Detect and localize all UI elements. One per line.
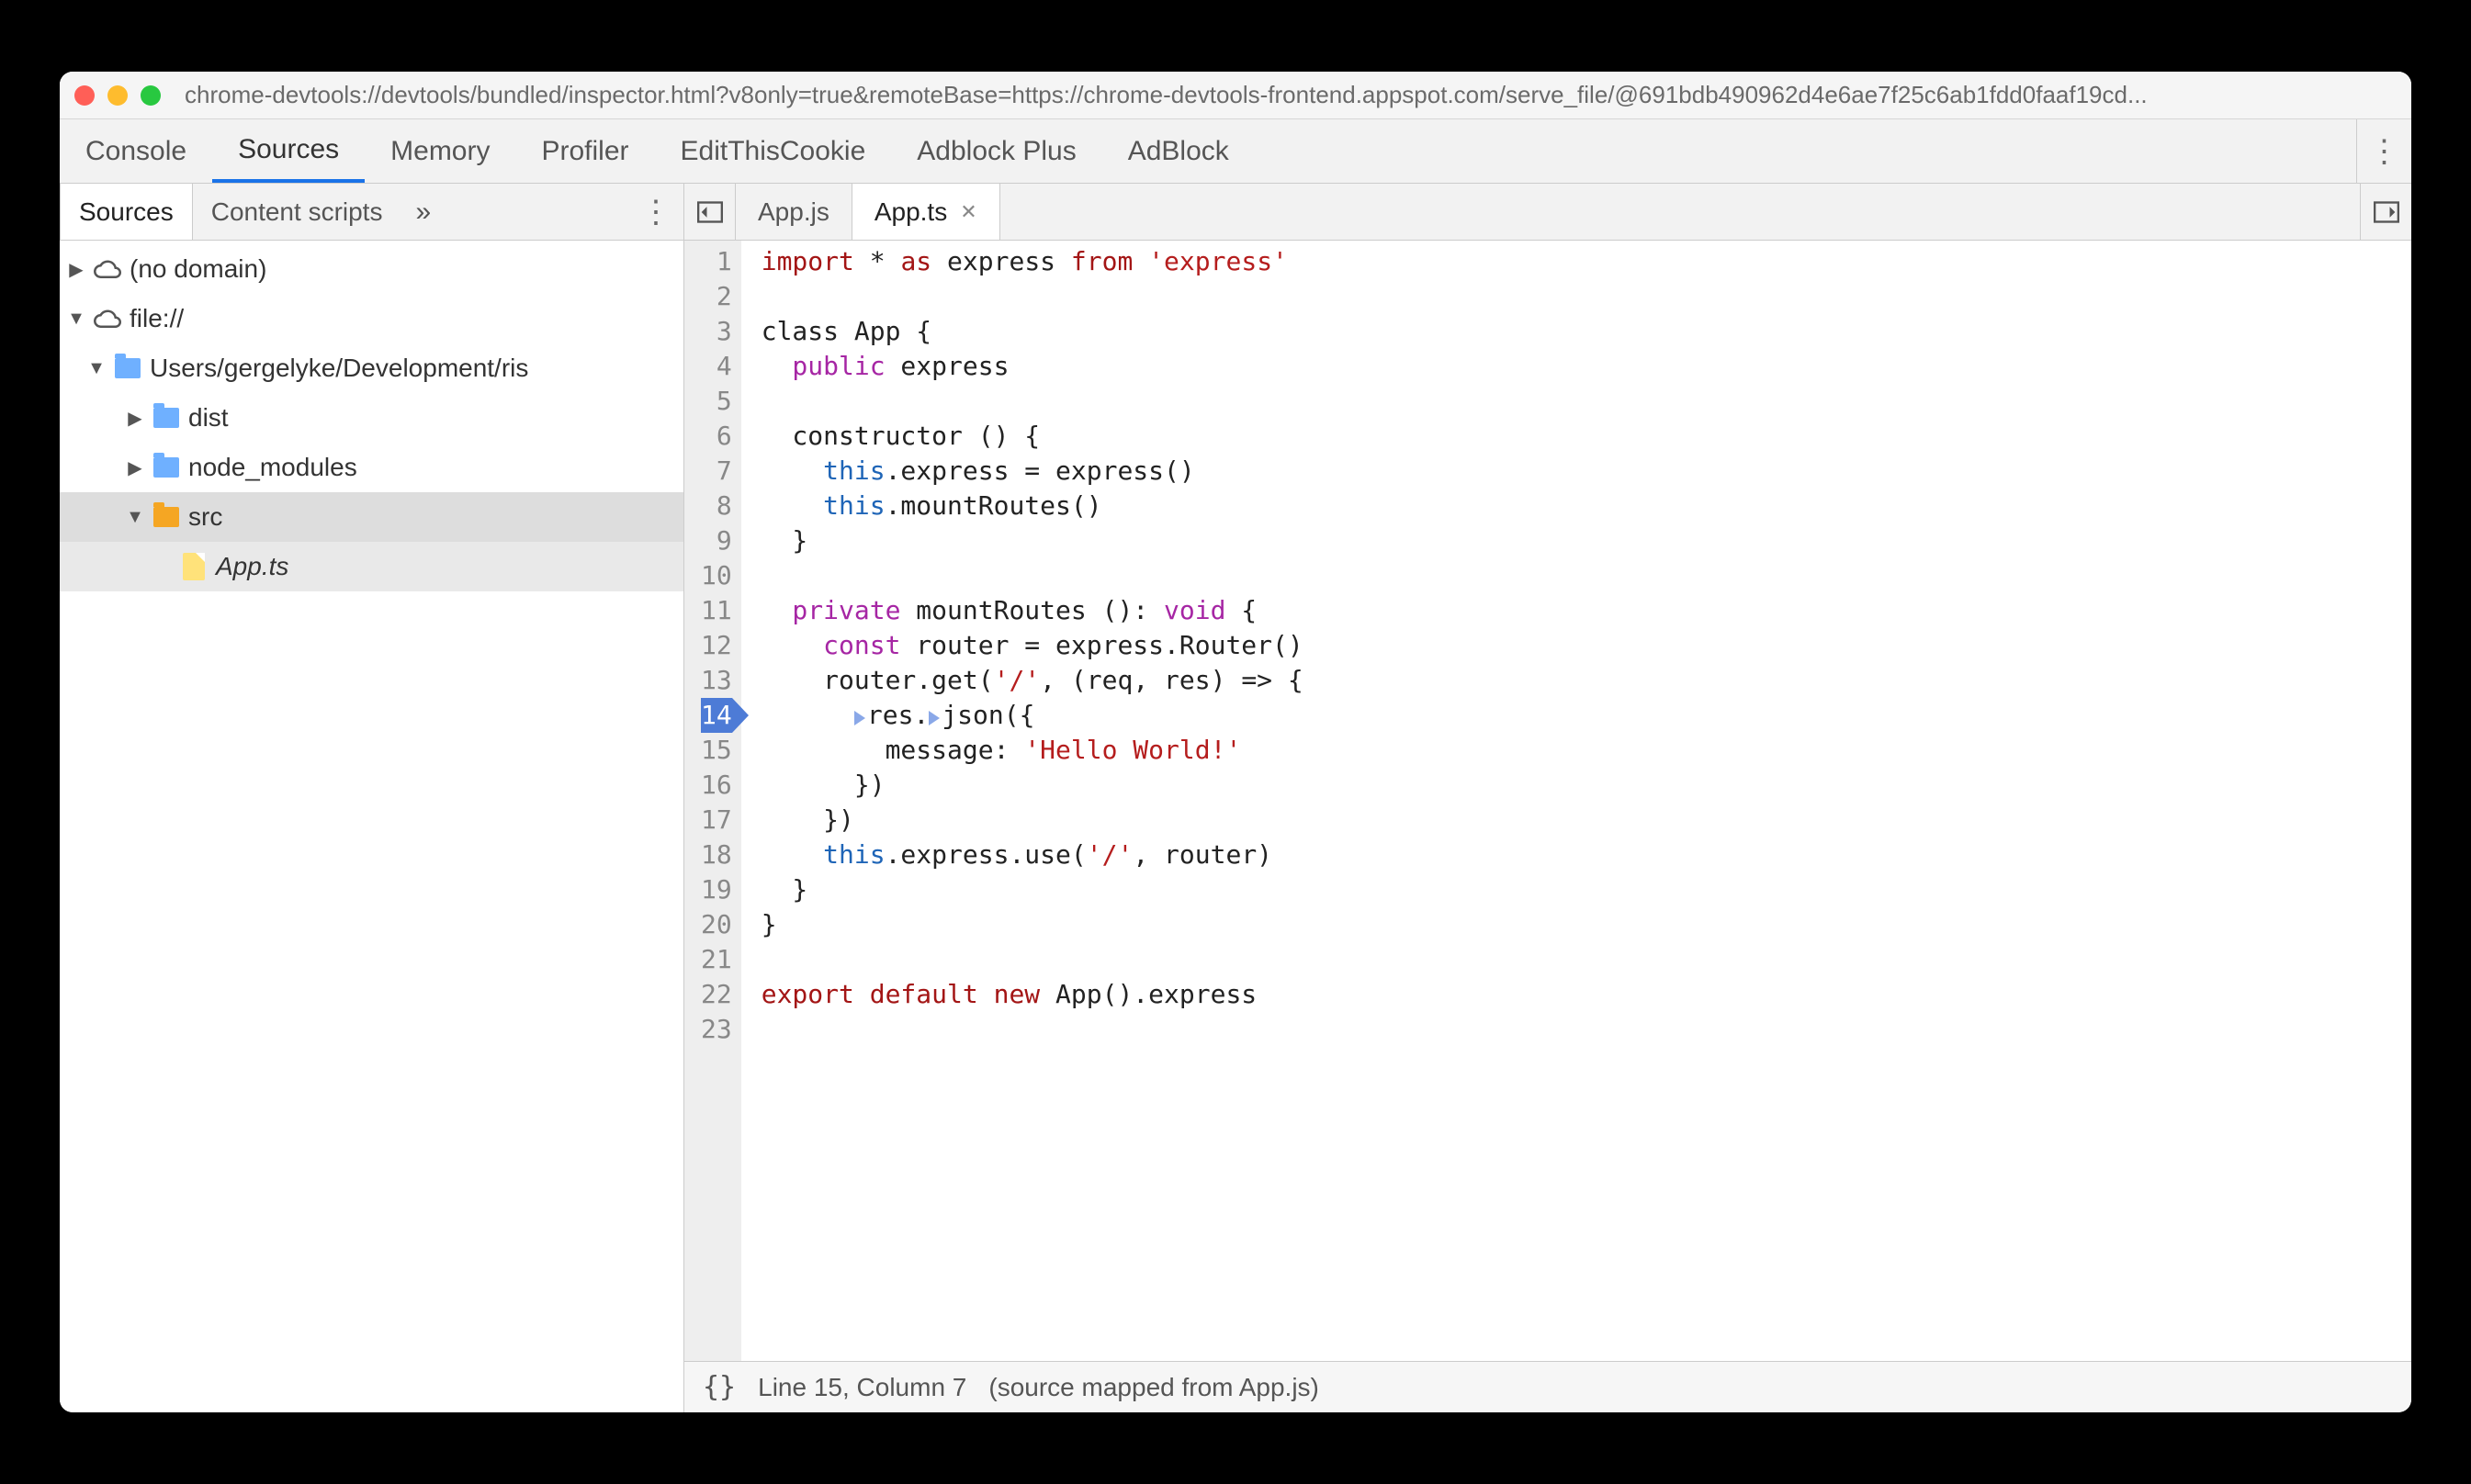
close-window-button[interactable] — [74, 85, 95, 106]
toggle-navigator-button[interactable] — [684, 184, 736, 240]
tree-node-file-scheme[interactable]: ▼ file:// — [60, 294, 683, 343]
tree-node-dist[interactable]: ▶ dist — [60, 393, 683, 443]
breakpoint-line-14: 14 — [701, 698, 732, 733]
tree-node-user-path[interactable]: ▼ Users/gergelyke/Development/ris — [60, 343, 683, 393]
sidebar-tabs: Sources Content scripts » ⋮ — [60, 184, 683, 241]
minimize-window-button[interactable] — [107, 85, 128, 106]
tab-adblock[interactable]: AdBlock — [1102, 119, 1255, 183]
tab-adblock-plus[interactable]: Adblock Plus — [891, 119, 1101, 183]
sidebar-tab-sources[interactable]: Sources — [60, 184, 193, 240]
disclosure-right-icon: ▶ — [126, 407, 144, 430]
tree-node-app-ts[interactable]: App.ts — [60, 542, 683, 591]
devtools-window: chrome-devtools://devtools/bundled/inspe… — [60, 72, 2411, 1412]
disclosure-right-icon: ▶ — [126, 456, 144, 479]
folder-icon — [113, 354, 142, 383]
window-url: chrome-devtools://devtools/bundled/inspe… — [185, 81, 2397, 109]
tab-editthiscookie[interactable]: EditThisCookie — [655, 119, 892, 183]
code-content[interactable]: import * as express from 'express' class… — [741, 241, 1303, 1361]
folder-icon — [152, 453, 181, 482]
pretty-print-button[interactable]: {} — [703, 1371, 736, 1403]
disclosure-right-icon: ▶ — [67, 258, 85, 281]
tree-label: src — [188, 502, 222, 532]
titlebar: chrome-devtools://devtools/bundled/inspe… — [60, 72, 2411, 119]
tab-profiler[interactable]: Profiler — [515, 119, 654, 183]
editor-area: App.js App.ts ✕ 123456789101112131415161… — [684, 184, 2411, 1412]
step-marker-icon — [929, 711, 940, 725]
close-tab-icon[interactable]: ✕ — [960, 200, 976, 224]
tab-console[interactable]: Console — [60, 119, 212, 183]
editor-statusbar: {} Line 15, Column 7 (source mapped from… — [684, 1361, 2411, 1412]
code-editor[interactable]: 1234567891011121314151617181920212223 im… — [684, 241, 2411, 1361]
tree-label: App.ts — [216, 552, 288, 581]
sidebar-more-tabs[interactable]: » — [401, 197, 446, 228]
disclosure-down-icon: ▼ — [87, 358, 106, 379]
zoom-window-button[interactable] — [141, 85, 161, 106]
tree-node-node-modules[interactable]: ▶ node_modules — [60, 443, 683, 492]
navigator-sidebar: Sources Content scripts » ⋮ ▶ (no domain… — [60, 184, 684, 1412]
more-menu-button[interactable]: ⋮ — [2356, 119, 2411, 183]
line-gutter[interactable]: 1234567891011121314151617181920212223 — [684, 241, 741, 1361]
source-map-info: (source mapped from App.js) — [988, 1373, 1319, 1402]
cursor-position: Line 15, Column 7 — [758, 1373, 966, 1402]
sidebar-more-menu[interactable]: ⋮ — [628, 194, 683, 230]
tree-node-src[interactable]: ▼ src — [60, 492, 683, 542]
main-area: Sources Content scripts » ⋮ ▶ (no domain… — [60, 184, 2411, 1412]
tree-node-no-domain[interactable]: ▶ (no domain) — [60, 244, 683, 294]
editor-tab-app-js[interactable]: App.js — [736, 184, 852, 240]
editor-tab-label: App.ts — [874, 197, 947, 227]
tab-sources[interactable]: Sources — [212, 119, 365, 183]
toggle-debugger-button[interactable] — [2360, 184, 2411, 240]
file-icon — [179, 552, 209, 581]
editor-tab-app-ts[interactable]: App.ts ✕ — [852, 184, 1000, 240]
editor-tab-label: App.js — [758, 197, 829, 227]
tree-label: (no domain) — [130, 254, 266, 284]
tree-label: node_modules — [188, 453, 357, 482]
tree-label: file:// — [130, 304, 184, 333]
cloud-icon — [93, 254, 122, 284]
folder-icon — [152, 502, 181, 532]
sidebar-tab-content-scripts[interactable]: Content scripts — [193, 184, 401, 240]
editor-tabs: App.js App.ts ✕ — [684, 184, 2411, 241]
tab-memory[interactable]: Memory — [365, 119, 515, 183]
cloud-icon — [93, 304, 122, 333]
disclosure-down-icon: ▼ — [67, 309, 85, 330]
window-controls — [74, 85, 161, 106]
step-marker-icon — [854, 711, 865, 725]
tree-label: Users/gergelyke/Development/ris — [150, 354, 528, 383]
file-tree: ▶ (no domain) ▼ file:// ▼ Users/g — [60, 241, 683, 1412]
disclosure-down-icon: ▼ — [126, 507, 144, 528]
panel-tabs: Console Sources Memory Profiler EditThis… — [60, 119, 2411, 184]
tree-label: dist — [188, 403, 229, 433]
folder-icon — [152, 403, 181, 433]
